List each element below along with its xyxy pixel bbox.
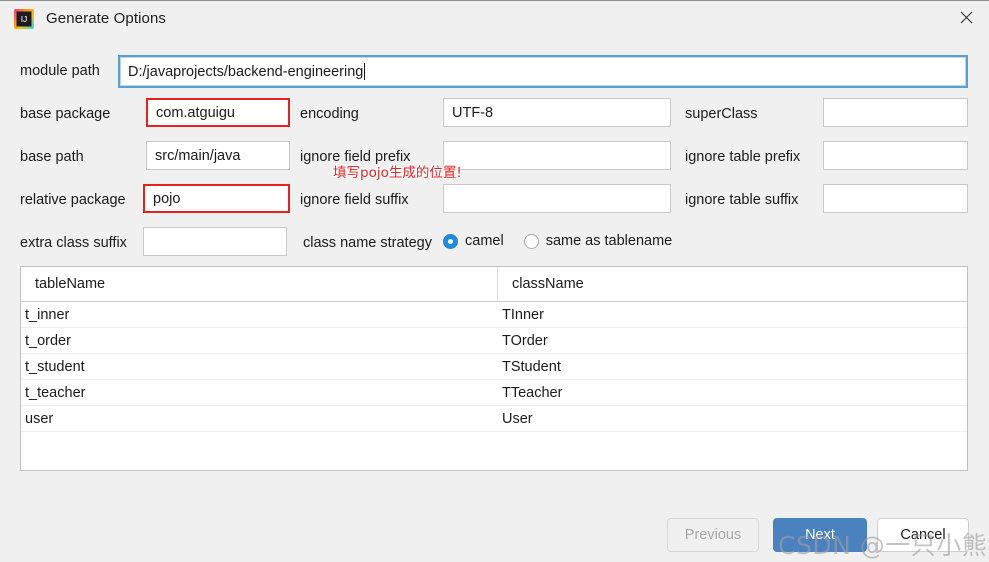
generate-options-dialog: IJ Generate Options module path D:/javap… — [0, 0, 989, 562]
table-row[interactable]: t_teacher TTeacher — [21, 380, 967, 406]
cell-tablename: t_order — [25, 332, 71, 349]
cell-tablename: t_student — [25, 358, 85, 375]
table-header: tableName className — [21, 267, 967, 302]
super-class-input[interactable] — [823, 98, 968, 127]
intellij-idea-icon: IJ — [12, 7, 36, 31]
relative-package-value: pojo — [153, 190, 181, 207]
ignore-table-prefix-input[interactable] — [823, 141, 968, 170]
table-row[interactable]: user User — [21, 406, 967, 432]
cell-classname: TInner — [502, 306, 544, 323]
class-name-strategy-group: camel same as tablename — [443, 233, 692, 249]
ignore-table-prefix-label: ignore table prefix — [685, 149, 801, 165]
table-row[interactable]: t_order TOrder — [21, 328, 967, 354]
cell-tablename: user — [25, 410, 54, 427]
table-body: t_inner TInner t_order TOrder t_student … — [21, 302, 967, 432]
cell-classname: TStudent — [502, 358, 561, 375]
radio-same-as-tablename-label: same as tablename — [545, 233, 673, 249]
base-path-label: base path — [20, 149, 84, 165]
module-path-value: D:/javaprojects/backend-engineering — [128, 63, 364, 80]
encoding-input[interactable]: UTF-8 — [443, 98, 671, 127]
cell-tablename: t_teacher — [25, 384, 86, 401]
svg-text:IJ: IJ — [21, 14, 28, 24]
encoding-value: UTF-8 — [452, 104, 494, 121]
text-caret — [364, 63, 366, 80]
class-name-strategy-label: class name strategy — [303, 235, 432, 251]
ignore-table-suffix-input[interactable] — [823, 184, 968, 213]
encoding-label: encoding — [300, 106, 359, 122]
base-path-input[interactable]: src/main/java — [146, 141, 290, 170]
column-header-classname[interactable]: className — [498, 267, 967, 301]
radio-camel[interactable] — [443, 233, 458, 249]
base-package-value: com.atguigu — [156, 104, 235, 121]
module-path-label: module path — [20, 63, 100, 79]
super-class-label: superClass — [685, 106, 758, 122]
extra-class-suffix-label: extra class suffix — [20, 235, 127, 251]
relative-package-label: relative package — [20, 192, 126, 208]
table-row[interactable]: t_student TStudent — [21, 354, 967, 380]
previous-button[interactable]: Previous — [667, 518, 759, 552]
base-package-input[interactable]: com.atguigu — [146, 98, 290, 127]
base-path-value: src/main/java — [155, 147, 241, 164]
cell-classname: TOrder — [502, 332, 548, 349]
tables-list[interactable]: tableName className t_inner TInner t_ord… — [20, 266, 968, 471]
base-package-label: base package — [20, 106, 111, 122]
radio-camel-label: camel — [465, 233, 504, 249]
ignore-field-suffix-input[interactable] — [443, 184, 671, 213]
cell-classname: TTeacher — [502, 384, 563, 401]
table-row[interactable]: t_inner TInner — [21, 302, 967, 328]
radio-same-as-tablename[interactable] — [523, 233, 539, 249]
extra-class-suffix-input[interactable] — [143, 227, 287, 256]
ignore-table-suffix-label: ignore table suffix — [685, 192, 799, 208]
close-icon[interactable] — [943, 1, 989, 33]
relative-package-input[interactable]: pojo — [143, 184, 290, 213]
cell-classname: User — [502, 410, 533, 427]
next-button[interactable]: Next — [773, 518, 867, 552]
ignore-field-suffix-label: ignore field suffix — [300, 192, 409, 208]
module-path-input[interactable]: D:/javaprojects/backend-engineering — [118, 55, 968, 88]
cell-tablename: t_inner — [25, 306, 70, 323]
window-title: Generate Options — [46, 10, 167, 27]
cancel-button[interactable]: Cancel — [877, 518, 969, 552]
column-header-tablename[interactable]: tableName — [21, 267, 498, 301]
ignore-field-prefix-label: ignore field prefix — [300, 149, 411, 165]
title-bar: IJ Generate Options — [0, 1, 989, 39]
ignore-field-prefix-input[interactable] — [443, 141, 671, 170]
